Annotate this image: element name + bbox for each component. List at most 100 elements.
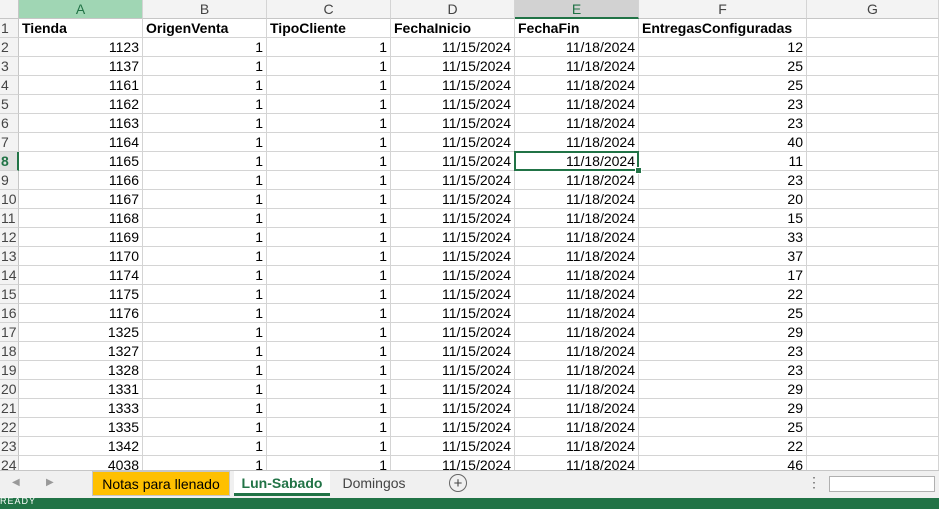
- table-cell[interactable]: 11/18/2024: [515, 323, 639, 342]
- table-cell[interactable]: 11/15/2024: [391, 57, 515, 76]
- table-cell[interactable]: 25: [639, 76, 807, 95]
- table-cell[interactable]: 1: [143, 38, 267, 57]
- table-cell[interactable]: 11/15/2024: [391, 361, 515, 380]
- row-header-15[interactable]: 15: [0, 285, 19, 304]
- table-cell[interactable]: 11/18/2024: [515, 247, 639, 266]
- row-header-7[interactable]: 7: [0, 133, 19, 152]
- table-cell[interactable]: 11/18/2024: [515, 285, 639, 304]
- table-cell[interactable]: 1327: [19, 342, 143, 361]
- row-header-12[interactable]: 12: [0, 228, 19, 247]
- table-cell[interactable]: 1333: [19, 399, 143, 418]
- column-header-d[interactable]: D: [391, 0, 515, 19]
- row-header-5[interactable]: 5: [0, 95, 19, 114]
- empty-cell[interactable]: [807, 285, 939, 304]
- table-cell[interactable]: 11/15/2024: [391, 399, 515, 418]
- table-cell[interactable]: 1169: [19, 228, 143, 247]
- header-cell[interactable]: TipoCliente: [267, 19, 391, 38]
- column-header-b[interactable]: B: [143, 0, 267, 19]
- table-cell[interactable]: 11/18/2024: [515, 266, 639, 285]
- table-cell[interactable]: 11/15/2024: [391, 304, 515, 323]
- add-sheet-icon[interactable]: +: [449, 474, 467, 492]
- table-cell[interactable]: 1176: [19, 304, 143, 323]
- table-cell[interactable]: 11/15/2024: [391, 342, 515, 361]
- table-cell[interactable]: 22: [639, 437, 807, 456]
- row-header-2[interactable]: 2: [0, 38, 19, 57]
- table-cell[interactable]: 1335: [19, 418, 143, 437]
- table-cell[interactable]: 1: [267, 304, 391, 323]
- table-cell[interactable]: 1166: [19, 171, 143, 190]
- table-cell[interactable]: 1325: [19, 323, 143, 342]
- empty-cell[interactable]: [807, 209, 939, 228]
- table-cell[interactable]: 11/18/2024: [515, 152, 639, 171]
- header-cell[interactable]: Tienda: [19, 19, 143, 38]
- empty-cell[interactable]: [807, 247, 939, 266]
- empty-cell[interactable]: [807, 380, 939, 399]
- table-cell[interactable]: 11/18/2024: [515, 228, 639, 247]
- table-cell[interactable]: 1: [267, 437, 391, 456]
- table-cell[interactable]: 1175: [19, 285, 143, 304]
- fill-handle[interactable]: [635, 167, 642, 174]
- row-header-6[interactable]: 6: [0, 114, 19, 133]
- empty-cell[interactable]: [807, 190, 939, 209]
- table-cell[interactable]: 11/18/2024: [515, 171, 639, 190]
- table-cell[interactable]: 11/18/2024: [515, 57, 639, 76]
- empty-cell[interactable]: [807, 152, 939, 171]
- table-cell[interactable]: 25: [639, 57, 807, 76]
- column-header-e[interactable]: E: [515, 0, 639, 19]
- table-cell[interactable]: 11/15/2024: [391, 190, 515, 209]
- table-cell[interactable]: 1170: [19, 247, 143, 266]
- row-header-8[interactable]: 8: [0, 152, 19, 171]
- table-cell[interactable]: 1: [143, 171, 267, 190]
- table-cell[interactable]: 1328: [19, 361, 143, 380]
- table-cell[interactable]: 1: [143, 418, 267, 437]
- table-cell[interactable]: 23: [639, 342, 807, 361]
- table-cell[interactable]: 1: [267, 228, 391, 247]
- table-cell[interactable]: 1163: [19, 114, 143, 133]
- row-header-21[interactable]: 21: [0, 399, 19, 418]
- table-cell[interactable]: 29: [639, 323, 807, 342]
- header-cell[interactable]: OrigenVenta: [143, 19, 267, 38]
- tab-notas-para-llenado[interactable]: Notas para llenado: [92, 471, 230, 496]
- table-cell[interactable]: 11/15/2024: [391, 323, 515, 342]
- table-cell[interactable]: 1: [143, 152, 267, 171]
- table-cell[interactable]: 1: [267, 266, 391, 285]
- empty-cell[interactable]: [807, 399, 939, 418]
- table-cell[interactable]: 1: [143, 323, 267, 342]
- table-cell[interactable]: 1: [267, 190, 391, 209]
- table-cell[interactable]: 1174: [19, 266, 143, 285]
- table-cell[interactable]: 11/15/2024: [391, 76, 515, 95]
- row-header-23[interactable]: 23: [0, 437, 19, 456]
- column-header-c[interactable]: C: [267, 0, 391, 19]
- table-cell[interactable]: 17: [639, 266, 807, 285]
- table-cell[interactable]: 1: [143, 247, 267, 266]
- next-sheet-icon[interactable]: ▶: [46, 477, 54, 488]
- table-cell[interactable]: 37: [639, 247, 807, 266]
- table-cell[interactable]: 29: [639, 399, 807, 418]
- table-cell[interactable]: 1: [143, 57, 267, 76]
- table-cell[interactable]: 11/15/2024: [391, 114, 515, 133]
- horizontal-scrollbar[interactable]: [829, 476, 935, 492]
- table-cell[interactable]: 23: [639, 114, 807, 133]
- table-cell[interactable]: 12: [639, 38, 807, 57]
- table-cell[interactable]: 11/15/2024: [391, 38, 515, 57]
- table-cell[interactable]: 1: [267, 133, 391, 152]
- table-cell[interactable]: 11/18/2024: [515, 95, 639, 114]
- table-cell[interactable]: 1: [143, 437, 267, 456]
- row-header-14[interactable]: 14: [0, 266, 19, 285]
- table-cell[interactable]: 11/15/2024: [391, 171, 515, 190]
- column-header-a[interactable]: A: [19, 0, 143, 19]
- table-cell[interactable]: 1: [143, 266, 267, 285]
- table-cell[interactable]: 11/18/2024: [515, 399, 639, 418]
- table-cell[interactable]: 40: [639, 133, 807, 152]
- row-header-10[interactable]: 10: [0, 190, 19, 209]
- row-header-9[interactable]: 9: [0, 171, 19, 190]
- table-cell[interactable]: 1: [143, 114, 267, 133]
- column-header-g[interactable]: G: [807, 0, 939, 19]
- table-cell[interactable]: 1: [267, 57, 391, 76]
- empty-cell[interactable]: [807, 228, 939, 247]
- row-header-13[interactable]: 13: [0, 247, 19, 266]
- row-header-1[interactable]: 1: [0, 19, 19, 38]
- empty-cell[interactable]: [807, 171, 939, 190]
- table-cell[interactable]: 11/18/2024: [515, 76, 639, 95]
- table-cell[interactable]: 11/18/2024: [515, 209, 639, 228]
